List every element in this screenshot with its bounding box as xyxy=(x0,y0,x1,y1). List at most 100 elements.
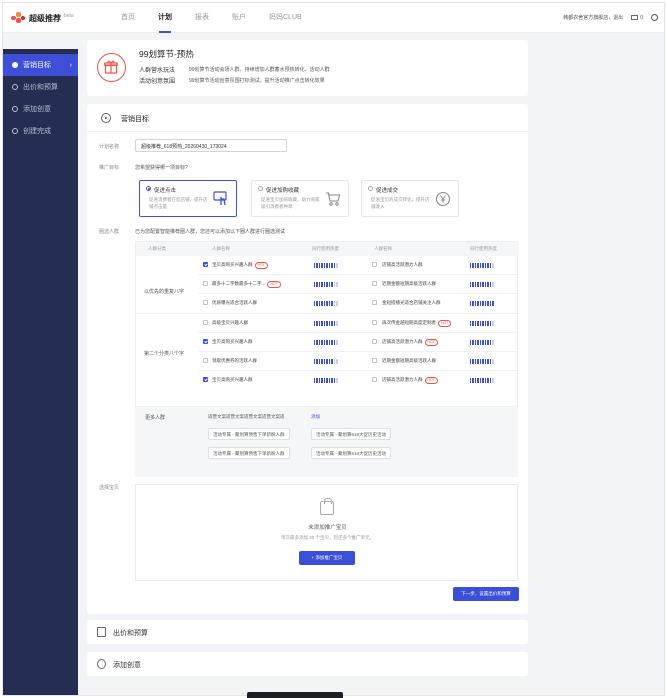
step-icon xyxy=(12,128,18,134)
heat-bar xyxy=(323,321,326,326)
heat-bar xyxy=(489,378,492,383)
audience-chip[interactable]: 活动专属 - 聚划算618大促历史活动 xyxy=(311,428,392,440)
heat-bar xyxy=(470,359,472,364)
audience-chip[interactable]: 活动专属 - 聚划算预售下单新盼人群 xyxy=(208,428,290,440)
audience-name-text: 高级宝贝兴趣人群 xyxy=(212,320,248,325)
heat-bar xyxy=(492,378,494,383)
audience-checkbox[interactable] xyxy=(372,320,377,325)
main-nav: 首页 计划 报表 账户 妈妈CLUB xyxy=(121,3,325,33)
heat-bar xyxy=(479,359,482,364)
heat-bar xyxy=(333,282,336,287)
audience-checkbox[interactable] xyxy=(372,300,377,305)
heat-bar xyxy=(321,321,323,326)
sidebar-item-marketing-goal[interactable]: 营销目标 › xyxy=(3,54,78,76)
audience-name-text: 宝贝高购买兴趣人群 xyxy=(212,339,253,344)
heat-bar xyxy=(333,359,336,364)
heat-bar xyxy=(326,340,328,345)
audience-checkbox[interactable] xyxy=(372,281,377,286)
heat-bar xyxy=(470,282,472,287)
goal-option-cart[interactable]: 促进加购收藏 促进宝贝加购收藏，助力商家吸引消费者种草 xyxy=(251,180,349,217)
heat-bar xyxy=(318,282,321,287)
heat-bar xyxy=(487,321,489,326)
audience-name: 近期金额短期高级活跃人群 xyxy=(382,281,436,287)
creative-section[interactable]: 添加创意 xyxy=(87,652,528,676)
heat-bar xyxy=(484,301,487,306)
table-row: 优质曝光适合活跃人群 金短搭播光适合店铺关注人群 xyxy=(198,294,519,313)
audience-name-text: 金短搭播光适合店铺关注人群 xyxy=(382,300,441,305)
heat-bar xyxy=(479,301,482,306)
add-product-button[interactable]: + 添加推广宝贝 xyxy=(299,551,355,565)
heat-bar xyxy=(323,340,326,345)
plan-name-input[interactable]: 超级推荐_618预热_20260430_173024 xyxy=(135,139,287,152)
sidebar-item-creative[interactable]: 添加创意 xyxy=(3,98,78,120)
audience-checkbox[interactable] xyxy=(203,281,208,286)
heat-bar xyxy=(314,321,316,326)
heat-bar xyxy=(316,263,318,268)
sidebar-item-bid-budget[interactable]: 出价和预算 xyxy=(3,76,78,98)
heat-bar xyxy=(326,282,328,287)
logo[interactable]: 超级推荐 beta xyxy=(11,12,74,24)
audience-chip[interactable]: 活动专属 - 聚划算预售下单新盼人群 xyxy=(208,447,290,459)
audience-checkbox[interactable] xyxy=(372,262,377,267)
audience-checkbox[interactable] xyxy=(203,300,208,305)
message-count: 0 xyxy=(640,14,643,21)
audience-name: 店铺高活跃潜力人群 HOT xyxy=(382,339,438,346)
hero-row: 活动创意氛围 99划算节活动创意氛围打标测试，提升活动推广点击转化效果 xyxy=(139,76,325,85)
hero-row: 人群营水玩法 99划算节活动会场人群，持续增加人群蓄水预热转化，活动人群 xyxy=(139,65,330,74)
heat-bar xyxy=(489,263,492,268)
logo-icon xyxy=(11,12,25,24)
heat-bar xyxy=(474,359,477,364)
heat-bar xyxy=(323,301,326,306)
nav-club[interactable]: 妈妈CLUB xyxy=(269,3,302,33)
goal-desc: 促进消费者在您店铺，提升店铺点击量 xyxy=(149,197,208,209)
audience-checkbox[interactable] xyxy=(203,377,208,382)
more-text: 适营文案适营文案适营文案适营文案适 xyxy=(208,414,285,419)
hot-badge: HOT xyxy=(438,320,452,327)
audience-checkbox[interactable] xyxy=(203,339,208,344)
audience-checkbox[interactable] xyxy=(203,358,208,363)
yen-coin-icon xyxy=(435,191,451,207)
goal-option-deal[interactable]: 促进成交 促进宝贝的成交转化，提升店铺收入 xyxy=(361,180,459,217)
nav-plan[interactable]: 计划 xyxy=(158,3,172,33)
user-info[interactable]: 韩都衣舍官方旗舰店，退出 xyxy=(563,14,623,21)
heat-bar xyxy=(316,378,318,383)
heat-bar xyxy=(318,263,321,268)
sidebar-item-finish[interactable]: 创建完成 xyxy=(3,120,78,142)
audience-checkbox[interactable] xyxy=(203,320,208,325)
audience-checkbox[interactable] xyxy=(203,262,208,267)
nav-report[interactable]: 报表 xyxy=(195,3,209,33)
audience-chip[interactable]: 活动专属 - 聚划算618大促历史活动 xyxy=(311,447,392,459)
goal-desc: 促进宝贝加购收藏，助力商家吸引消费者种草 xyxy=(261,197,320,209)
next-step-button[interactable]: 下一步，设置出价和预算 xyxy=(453,587,519,601)
heat-bar xyxy=(472,340,474,345)
sidebar-item-label: 出价和预算 xyxy=(23,84,58,91)
heat-bar xyxy=(331,378,333,383)
heat-bar xyxy=(336,263,338,268)
document-icon xyxy=(97,627,106,637)
audience-checkbox[interactable] xyxy=(372,358,377,363)
more-add-link[interactable]: 添加 xyxy=(311,414,320,420)
heat-bar xyxy=(474,378,477,383)
audience-name-text: 最多十二字数最多十二字... xyxy=(212,281,266,286)
audience-table: 人群分类 人群名称 同行使用热度 人群名称 同行使用热度 宝贝高购买兴趣人群 HO… xyxy=(135,241,519,407)
nav-home[interactable]: 首页 xyxy=(121,3,135,33)
col-header: 人群分类 xyxy=(148,246,166,251)
col-header: 同行使用热度 xyxy=(312,246,339,251)
marketing-goal-card: 营销目标 计划名称 超级推荐_618预热_20260430_173024 推广目… xyxy=(87,104,528,614)
heat-bar xyxy=(318,378,321,383)
goal-option-click[interactable]: 促进点击 促进消费者在您店铺，提升店铺点击量 xyxy=(139,180,237,217)
nav-account[interactable]: 账户 xyxy=(232,3,246,33)
table-row: 宝贝高购买兴趣人群 店铺高活跃潜力人群 HOT xyxy=(198,333,519,352)
heat-bar xyxy=(336,340,338,345)
audience-checkbox[interactable] xyxy=(372,377,377,382)
col-header: 人群名称 xyxy=(212,246,230,251)
bid-budget-section[interactable]: 出价和预算 xyxy=(87,620,528,644)
cart-icon xyxy=(326,192,341,206)
heat-bar xyxy=(479,263,482,268)
audience-checkbox[interactable] xyxy=(372,339,377,344)
heat-bar xyxy=(484,359,487,364)
settings-icon[interactable] xyxy=(651,14,658,21)
heat-bar xyxy=(328,301,331,306)
heat-bar xyxy=(474,263,477,268)
messages[interactable]: 0 xyxy=(631,15,643,21)
